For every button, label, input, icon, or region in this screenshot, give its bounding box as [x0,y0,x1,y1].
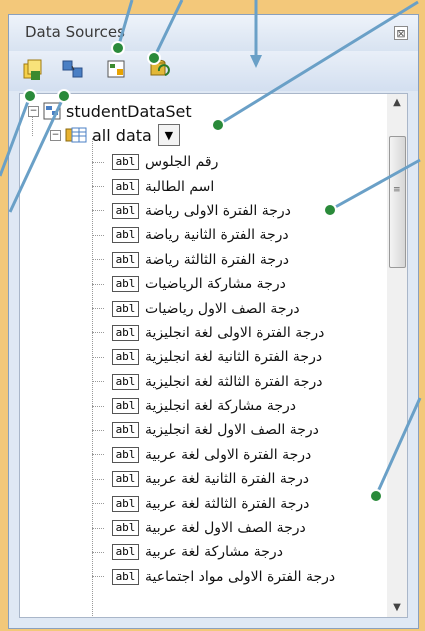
field-label: درجة الصف الاول لغة عربية [145,520,306,537]
field-label: درجة الفترة الاولى رياضة [145,202,291,219]
field-label: درجة الفترة الثالثة لغة انجليزية [145,373,323,390]
textbox-field-icon: abl [112,202,139,219]
field-label: درجة الفترة الثانية لغة انجليزية [145,349,323,366]
field-item[interactable]: abl درجة الصف الاول رياضيات [92,296,387,320]
dataset-icon [43,102,61,120]
textbox-field-icon: abl [112,300,139,317]
textbox-field-icon: abl [112,495,139,512]
field-item[interactable]: abl درجة مشاركة الرياضيات [92,272,387,296]
vertical-scrollbar[interactable]: ▲ ≡ ▼ [387,93,408,618]
refresh-icon [150,59,170,76]
tree-node-table[interactable]: − all data ▼ [50,124,180,146]
table-control-dropdown[interactable]: ▼ [157,124,180,146]
collapse-dataset-toggle[interactable]: − [28,105,39,117]
configure-dataset-icon [107,60,125,78]
field-label: رقم الجلوس [145,154,219,171]
field-label: درجة مشاركة لغة عربية [145,544,283,561]
textbox-field-icon: abl [112,178,139,195]
textbox-field-icon: abl [112,276,139,293]
field-label: درجة مشاركة الرياضيات [145,276,286,293]
textbox-field-icon: abl [112,398,139,415]
panel-title: Data Sources [25,23,125,41]
data-sources-panel: Data Sources ⊠ − studentDataSet − all da… [8,14,419,629]
collapse-table-toggle[interactable]: − [50,129,61,141]
textbox-field-icon: abl [112,544,139,561]
panel-title-bar: Data Sources ⊠ [9,15,418,51]
field-label: درجة الفترة الثالثة رياضة [145,251,289,268]
field-label: درجة الفترة الثانية رياضة [145,227,289,244]
dataset-name: studentDataSet [66,101,192,121]
textbox-field-icon: abl [112,520,139,537]
field-item[interactable]: abl درجة الفترة الثالثة لغة انجليزية [92,370,387,394]
scroll-down-button[interactable]: ▼ [387,599,407,617]
tree-node-dataset[interactable]: − studentDataSet [28,100,192,122]
field-item[interactable]: abl درجة الفترة الاولى لغة عربية [92,443,387,467]
table-name: all data [92,125,152,145]
field-item[interactable]: abl درجة الفترة الثانية لغة انجليزية [92,345,387,369]
field-label: اسم الطالبة [145,178,215,195]
field-item[interactable]: abl درجة الفترة الثالثة رياضة [92,248,387,272]
refresh-button[interactable] [147,57,171,81]
textbox-field-icon: abl [112,568,139,585]
field-item[interactable]: abl درجة الصف الاول لغة انجليزية [92,418,387,442]
textbox-field-icon: abl [112,471,139,488]
field-item[interactable]: abl درجة مشاركة لغة عربية [92,540,387,564]
field-item[interactable]: abl درجة الفترة الثالثة لغة عربية [92,491,387,515]
textbox-field-icon: abl [112,154,139,171]
field-item[interactable]: abl درجة الفترة الاولى لغة انجليزية [92,321,387,345]
field-label: درجة الفترة الثانية لغة عربية [145,471,309,488]
textbox-field-icon: abl [112,251,139,268]
field-item[interactable]: abl درجة الفترة الثانية لغة عربية [92,467,387,491]
field-label: درجة الصف الاول لغة انجليزية [145,422,319,439]
textbox-field-icon: abl [112,227,139,244]
configure-dataset-button[interactable] [105,57,129,81]
field-item[interactable]: abl درجة الفترة الاولى مواد اجتماعية [92,565,387,589]
field-label: درجة الفترة الاولى مواد اجتماعية [145,568,336,585]
datatable-icon [65,127,87,143]
field-item[interactable]: abl درجة الفترة الاولى رياضة [92,199,387,223]
field-label: درجة الفترة الثالثة لغة عربية [145,495,310,512]
edit-dataset-designer-icon [62,60,83,78]
field-item[interactable]: abl درجة الفترة الثانية رياضة [92,223,387,247]
thumb-grip-icon: ≡ [393,185,401,195]
scroll-up-button[interactable]: ▲ [387,94,407,112]
field-label: درجة مشاركة لغة انجليزية [145,398,297,415]
field-item[interactable]: abl درجة الصف الاول لغة عربية [92,516,387,540]
field-label: درجة الفترة الاولى لغة انجليزية [145,324,325,341]
field-label: درجة الفترة الاولى لغة عربية [145,446,312,463]
scroll-thumb[interactable]: ≡ [389,136,406,268]
close-button[interactable]: ⊠ [394,26,408,40]
field-label: درجة الصف الاول رياضيات [145,300,300,317]
textbox-field-icon: abl [112,446,139,463]
data-sources-tree: − studentDataSet − all data ▼ abl رقم الج… [19,93,388,618]
field-item[interactable]: abl اسم الطالبة [92,174,387,198]
toolbar [9,51,418,91]
textbox-field-icon: abl [112,324,139,341]
textbox-field-icon: abl [112,422,139,439]
textbox-field-icon: abl [112,349,139,366]
textbox-field-icon: abl [112,373,139,390]
add-data-source-button[interactable] [21,57,45,81]
field-item[interactable]: abl درجة مشاركة لغة انجليزية [92,394,387,418]
add-data-source-icon [23,59,42,80]
field-item[interactable]: abl رقم الجلوس [92,150,387,174]
field-list: abl رقم الجلوس abl اسم الطالبة abl درجة الف… [92,150,387,589]
edit-dataset-designer-button[interactable] [61,57,85,81]
